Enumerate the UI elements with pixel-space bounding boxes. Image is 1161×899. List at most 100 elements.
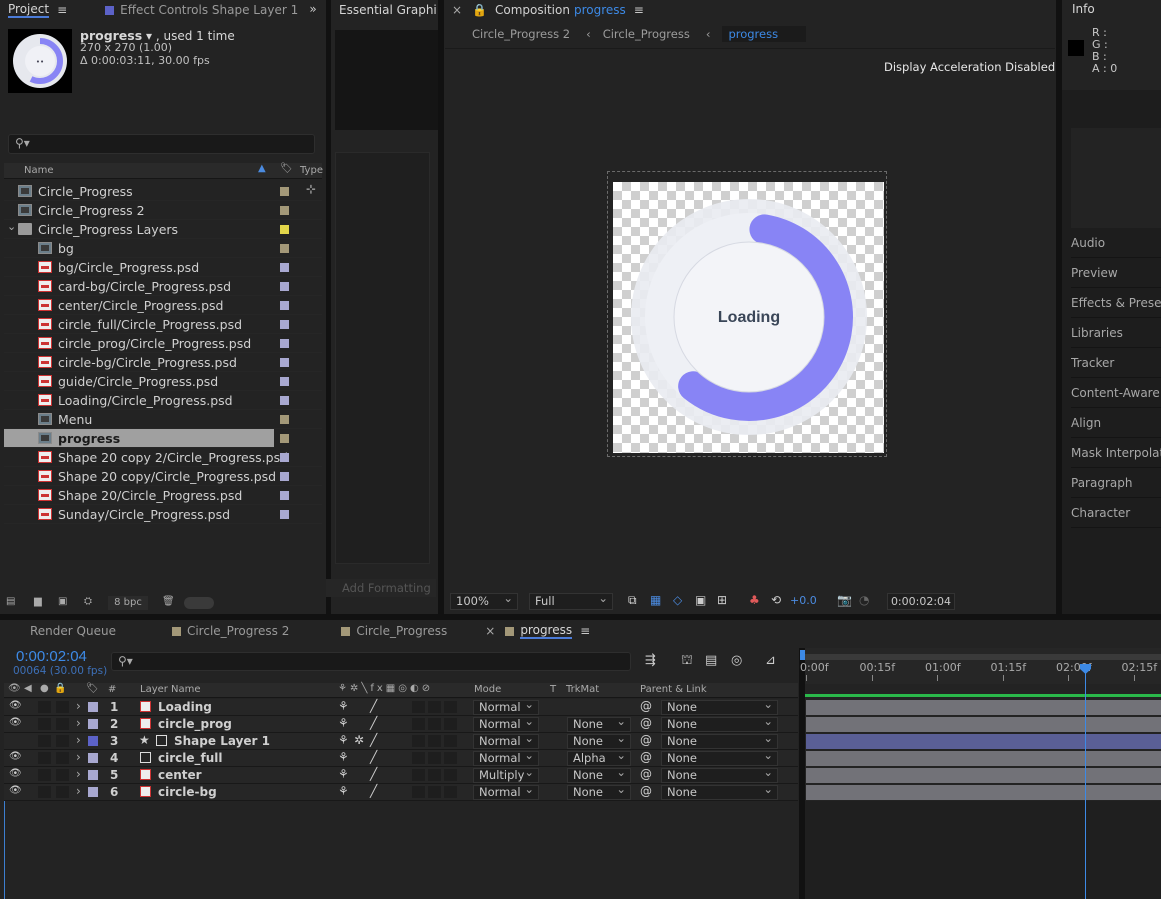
show-snapshot-icon[interactable]: ◔ [859,593,869,607]
label-color-swatch[interactable] [280,206,289,215]
exposure-reset-icon[interactable]: ⟲ [771,593,781,607]
expand-arrow-icon[interactable]: › [76,716,81,730]
label-color-swatch[interactable] [280,320,289,329]
tab-circle-progress[interactable]: Circle_Progress [333,621,455,641]
trkmat-dropdown[interactable]: Alpha [567,749,631,766]
parent-dropdown[interactable]: None [661,698,778,715]
lock-icon[interactable]: 🔒 [472,3,487,17]
sort-arrow-icon[interactable]: ▲ [258,163,266,174]
lock-toggle[interactable] [56,786,69,798]
project-item[interactable]: bg/Circle_Progress.psd [4,258,322,277]
label-color-swatch[interactable] [280,282,289,291]
lock-toggle[interactable] [56,718,69,730]
quality-switch-icon[interactable]: ╱ [370,699,377,713]
mode-dropdown[interactable]: Normal [473,749,539,766]
parent-dropdown[interactable]: None [661,749,778,766]
parent-pickwhip-icon[interactable]: @ [640,716,652,730]
lock-toggle[interactable] [56,735,69,747]
breadcrumb-item[interactable]: Circle_Progress 2 [472,27,570,41]
layer-label-color[interactable] [88,736,98,746]
project-item[interactable]: Menu [4,410,322,429]
solo-toggle[interactable] [38,752,51,764]
mode-dropdown[interactable]: Normal [473,732,539,749]
anchor-switch-icon[interactable]: ⚘ [338,784,349,798]
tab-project[interactable]: Project ≡ [0,0,75,20]
solo-toggle[interactable] [38,769,51,781]
solo-toggle[interactable] [38,718,51,730]
footer-slider[interactable] [184,597,214,609]
eye-icon[interactable]: 👁 [9,717,22,728]
label-color-swatch[interactable] [280,396,289,405]
panel-preview[interactable]: Preview [1071,258,1161,288]
label-color-swatch[interactable] [280,187,289,196]
label-tag-icon[interactable]: 🏷 [280,163,293,174]
anchor-switch-icon[interactable]: ⚘ [338,767,349,781]
layer-duration-bar[interactable] [806,785,1161,800]
tab-composition[interactable]: × 🔒 Composition progress ≡ [444,0,652,20]
transparency-grid-icon[interactable]: ▦ [650,593,661,607]
layer-duration-bar[interactable] [806,717,1161,732]
snapshot-region-icon[interactable]: ⧉ [628,593,637,608]
time-ruler[interactable] [805,648,1161,684]
tab-circle-progress-2[interactable]: Circle_Progress 2 [164,621,297,641]
switch-cell[interactable] [428,735,441,747]
column-trkmat[interactable]: TrkMat [566,684,599,695]
layer-label-color[interactable] [88,702,98,712]
switch-cell[interactable] [412,735,425,747]
flowchart-icon[interactable]: ⊹ [306,182,316,196]
close-icon[interactable]: × [485,624,495,638]
tab-effect-controls[interactable]: Effect Controls Shape Layer 1 [97,0,306,20]
switch-cell[interactable] [412,786,425,798]
switch-cell[interactable] [428,701,441,713]
label-color-swatch[interactable] [280,491,289,500]
trkmat-dropdown[interactable]: None [567,732,631,749]
layer-name[interactable]: circle-bg [158,785,217,799]
layer-search-input[interactable]: ⚲▾ [111,652,631,671]
label-color-swatch[interactable] [280,263,289,272]
solo-toggle[interactable] [38,735,51,747]
mask-visibility-icon[interactable]: ◇ [673,593,682,607]
project-item[interactable]: circle_full/Circle_Progress.psd [4,315,322,334]
panel-tracker[interactable]: Tracker [1071,348,1161,378]
eye-icon[interactable]: 👁 [9,700,22,711]
lock-toggle[interactable] [56,769,69,781]
viewer-timecode[interactable]: 0:00:02:04 [887,593,955,610]
panel-paragraph[interactable]: Paragraph [1071,468,1161,498]
project-item[interactable]: circle-bg/Circle_Progress.psd [4,353,322,372]
label-color-swatch[interactable] [280,358,289,367]
camera-icon[interactable]: 📷 [837,593,852,607]
project-search-input[interactable]: ⚲▾ [8,134,315,154]
layer-name[interactable]: Shape Layer 1 [174,734,270,748]
project-item[interactable]: ⌄ Circle_Progress Layers [4,220,322,239]
quality-switch-icon[interactable]: ╱ [370,716,377,730]
parent-pickwhip-icon[interactable]: @ [640,767,652,781]
switch-cell[interactable] [428,769,441,781]
switch-cell[interactable] [412,769,425,781]
panel-mask-interpolation[interactable]: Mask Interpolation [1071,438,1161,468]
anchor-switch-icon[interactable]: ⚘ [338,733,349,747]
expand-arrow-icon[interactable]: › [76,784,81,798]
panel-overflow-icon[interactable]: » [300,0,326,20]
switch-cell[interactable] [428,786,441,798]
parent-dropdown[interactable]: None [661,766,778,783]
tab-essential-graphics[interactable]: Essential Graphi [331,0,445,20]
label-color-swatch[interactable] [280,301,289,310]
shy-icon[interactable]: ⛫ [681,653,693,670]
label-color-swatch[interactable] [280,225,289,234]
eye-icon[interactable]: 👁 [9,768,22,779]
anchor-switch-icon[interactable]: ⚘ [338,750,349,764]
project-item[interactable]: guide/Circle_Progress.psd [4,372,322,391]
trkmat-dropdown[interactable]: None [567,715,631,732]
layer-name[interactable]: circle_full [158,751,223,765]
label-color-swatch[interactable] [280,377,289,386]
zoom-dropdown[interactable]: 100% [450,591,518,610]
parent-dropdown[interactable]: None [661,715,778,732]
panel-character[interactable]: Character [1071,498,1161,528]
project-item[interactable]: circle_prog/Circle_Progress.psd [4,334,322,353]
switch-cell[interactable] [444,786,457,798]
new-comp-icon[interactable]: ▣ [58,596,67,607]
label-color-swatch[interactable] [280,415,289,424]
layer-label-color[interactable] [88,770,98,780]
layer-name[interactable]: center [158,768,202,782]
render-settings-icon[interactable]: ⛭ [84,596,92,607]
